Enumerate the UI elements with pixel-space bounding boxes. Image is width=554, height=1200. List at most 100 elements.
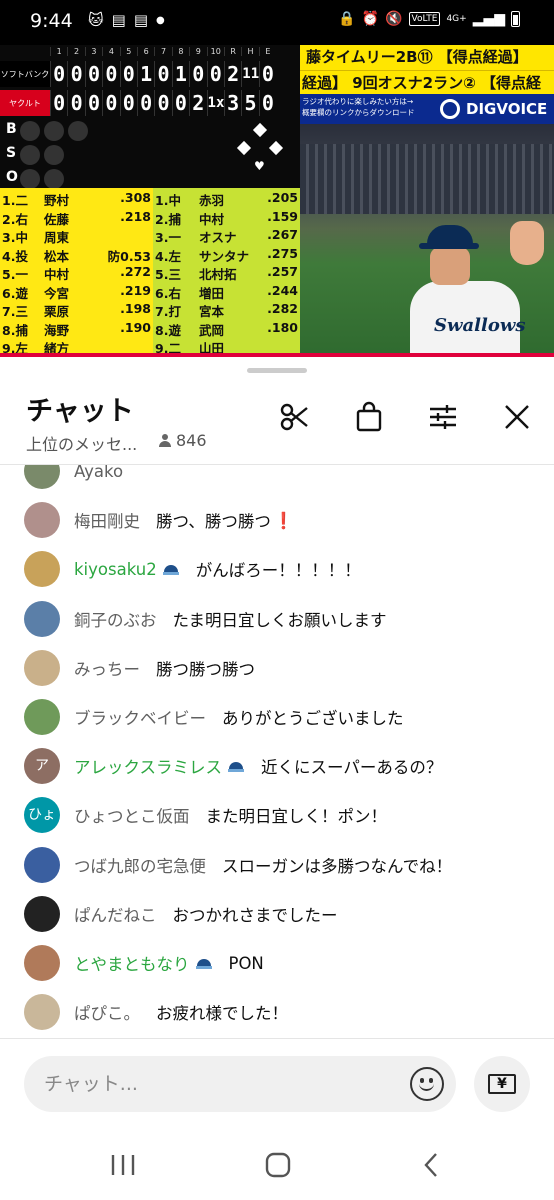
lineup-name: 松本: [44, 248, 70, 264]
message-text: 勝つ勝つ勝つ: [156, 659, 255, 679]
lineup-row: 4.左 サンタナ .275: [153, 245, 298, 264]
super-chat-button[interactable]: ¥: [474, 1056, 530, 1112]
scoreboard: 1 2 3 4 5 6 7 8 9 10 R H E ソフトバンク 0 0 0 0 0 1 0 1 0 0 2 11 0 ヤクル…: [0, 45, 300, 189]
chat-message[interactable]: みっちー 勝つ勝つ勝つ: [24, 649, 255, 686]
scoreboard-row-home: ヤクルト 0 0 0 0 0 0 0 0 2 1x 3 5 0: [0, 90, 300, 116]
avatar[interactable]: [24, 846, 60, 883]
message-text: がんばろー！！！！！: [195, 561, 361, 581]
author-name[interactable]: kiyosaku2: [74, 560, 157, 579]
chat-message[interactable]: 梅田剛史 勝つ、勝つ勝つ ❗: [24, 502, 294, 539]
inning-header: E: [258, 47, 276, 56]
team-name: ヤクルト: [0, 90, 50, 116]
lineup-row: 4.投 松本 防0.53: [0, 246, 151, 264]
shopping-bag-icon[interactable]: [353, 401, 385, 433]
avatar[interactable]: [24, 895, 60, 932]
settings-sliders-icon[interactable]: [427, 401, 459, 433]
author-name[interactable]: ブラックベイビー: [74, 705, 206, 729]
news-app-icon-2: ▤: [133, 11, 149, 29]
message-text: 勝つ、勝つ勝つ: [156, 512, 271, 532]
chat-message-list[interactable]: Ayako 梅田剛史 勝つ、勝つ勝つ ❗ kiyosaku2 がんばろー！！！！！ 銅子のぶ…: [0, 465, 554, 1037]
chat-message[interactable]: ぱんだねこ おつかれさまでしたー: [24, 895, 338, 932]
chat-message[interactable]: ひょ ひょつとこ仮面 また明日宜しく！ポン！: [24, 797, 388, 834]
avatar[interactable]: ひょ: [24, 797, 60, 834]
chat-input[interactable]: [44, 1056, 384, 1112]
chat-message[interactable]: Ayako: [24, 465, 123, 489]
score-cell: 2: [189, 90, 206, 116]
lineup-avg: .205: [267, 190, 298, 205]
lineup-row: 7.三 栗原 .198: [0, 301, 151, 319]
author-name[interactable]: 銅子のぶお: [74, 607, 157, 631]
chat-mode-selector[interactable]: 上位のメッセ...: [26, 431, 137, 455]
home-icon[interactable]: [264, 1151, 292, 1179]
score-cell: 5: [241, 90, 258, 116]
recent-apps-icon[interactable]: [108, 1152, 138, 1178]
message-text: また明日宜しく！ポン！: [205, 807, 388, 827]
ball-light: [44, 121, 64, 141]
lineup-name: 武岡: [199, 322, 225, 338]
close-icon[interactable]: [501, 401, 533, 433]
lineup-row: 6.右 増田 .244: [153, 283, 298, 301]
avatar[interactable]: [24, 699, 60, 735]
lineup-avg: 防0.53: [107, 248, 151, 264]
author-name[interactable]: つば九郎の宅急便: [74, 853, 206, 877]
avatar[interactable]: [24, 502, 60, 539]
more-notifications-dot: ●: [156, 14, 165, 26]
video-player[interactable]: 1 2 3 4 5 6 7 8 9 10 R H E ソフトバンク 0 0 0 0 0 1 0 1 0 0 2 11 0 ヤクル…: [0, 45, 554, 357]
lineup-avg: .275: [267, 245, 298, 261]
waving-hand: [510, 221, 544, 265]
lineup-softbank: 1.二 野村 .308 2.右 佐藤 .218 3.中 周東 4.投 松本 防0.53 5.一 中村 .2…: [0, 188, 153, 357]
exclamation-emoji: ❗: [273, 510, 294, 530]
lineup-row: 8.捕 海野 .190: [0, 320, 151, 338]
chat-message[interactable]: kiyosaku2 がんばろー！！！！！: [24, 551, 361, 588]
score-cell: 0: [50, 61, 67, 87]
chat-message[interactable]: ア アレックスラミレス 近くにスーパーあるの？: [24, 748, 442, 785]
author-name[interactable]: ぱぴこ。: [74, 1000, 140, 1024]
chat-message[interactable]: 銅子のぶお たま明日宜しくお願いします: [24, 600, 387, 637]
score-cell: 1: [171, 61, 189, 87]
inning-header: 5: [119, 47, 137, 56]
message-text: おつかれさまでしたー: [172, 905, 338, 925]
scissors-icon[interactable]: [279, 401, 311, 433]
chat-message[interactable]: ぱぴこ。 お疲れ様でした！: [24, 994, 288, 1031]
avatar[interactable]: [24, 551, 60, 588]
avatar[interactable]: [24, 465, 60, 489]
message-text: ありがとうございました: [222, 709, 404, 728]
score-cell: 11: [241, 61, 259, 87]
chat-message[interactable]: ブラックベイビー ありがとうございました: [24, 699, 404, 735]
avatar[interactable]: [24, 945, 60, 981]
author-name[interactable]: アレックスラミレス: [74, 754, 222, 778]
chat-message[interactable]: つば九郎の宅急便 スローガンは多勝つなんでね！: [24, 846, 452, 883]
chat-input-box[interactable]: [24, 1056, 456, 1112]
lineup-row: 2.捕 中村 .159: [153, 209, 298, 227]
avatar[interactable]: [24, 649, 60, 686]
ad-banner: ラジオ代わりに楽しみたい方は→ 概要欄のリンクからダウンロード DIGVOICE: [300, 94, 554, 124]
bso-count: B S O: [0, 117, 230, 189]
chat-message[interactable]: とやまともなり PON: [24, 945, 264, 981]
author-name[interactable]: みっちー: [74, 656, 140, 680]
lineup-avg: .218: [120, 208, 151, 224]
author-name[interactable]: 梅田剛史: [74, 508, 140, 532]
ad-brand: DIGVOICE: [466, 100, 548, 118]
emoji-icon[interactable]: [410, 1067, 444, 1101]
score-cell: 0: [258, 90, 276, 116]
author-name[interactable]: ひょつとこ仮面: [74, 803, 190, 827]
author-name[interactable]: ぱんだねこ: [74, 902, 157, 926]
inning-header: 6: [136, 47, 154, 56]
score-cell: 0: [102, 90, 119, 116]
author-name[interactable]: Ayako: [74, 465, 123, 481]
drag-handle[interactable]: [247, 368, 307, 373]
inning-header: 9: [189, 47, 206, 56]
avatar[interactable]: [24, 994, 60, 1031]
lineup-avg: .308: [120, 190, 151, 205]
avatar[interactable]: ア: [24, 748, 60, 785]
inning-header: 7: [154, 47, 171, 56]
avatar[interactable]: [24, 600, 60, 637]
mute-icon: 🔇: [385, 11, 403, 27]
lineup-name: 中村: [199, 211, 225, 227]
score-cell: 0: [50, 90, 67, 116]
volte-badge: VoLTE: [408, 12, 441, 26]
lineup-avg: .219: [120, 282, 151, 298]
score-cell: 0: [189, 61, 206, 87]
author-name[interactable]: とやまともなり: [74, 951, 190, 975]
back-icon[interactable]: [420, 1151, 442, 1179]
